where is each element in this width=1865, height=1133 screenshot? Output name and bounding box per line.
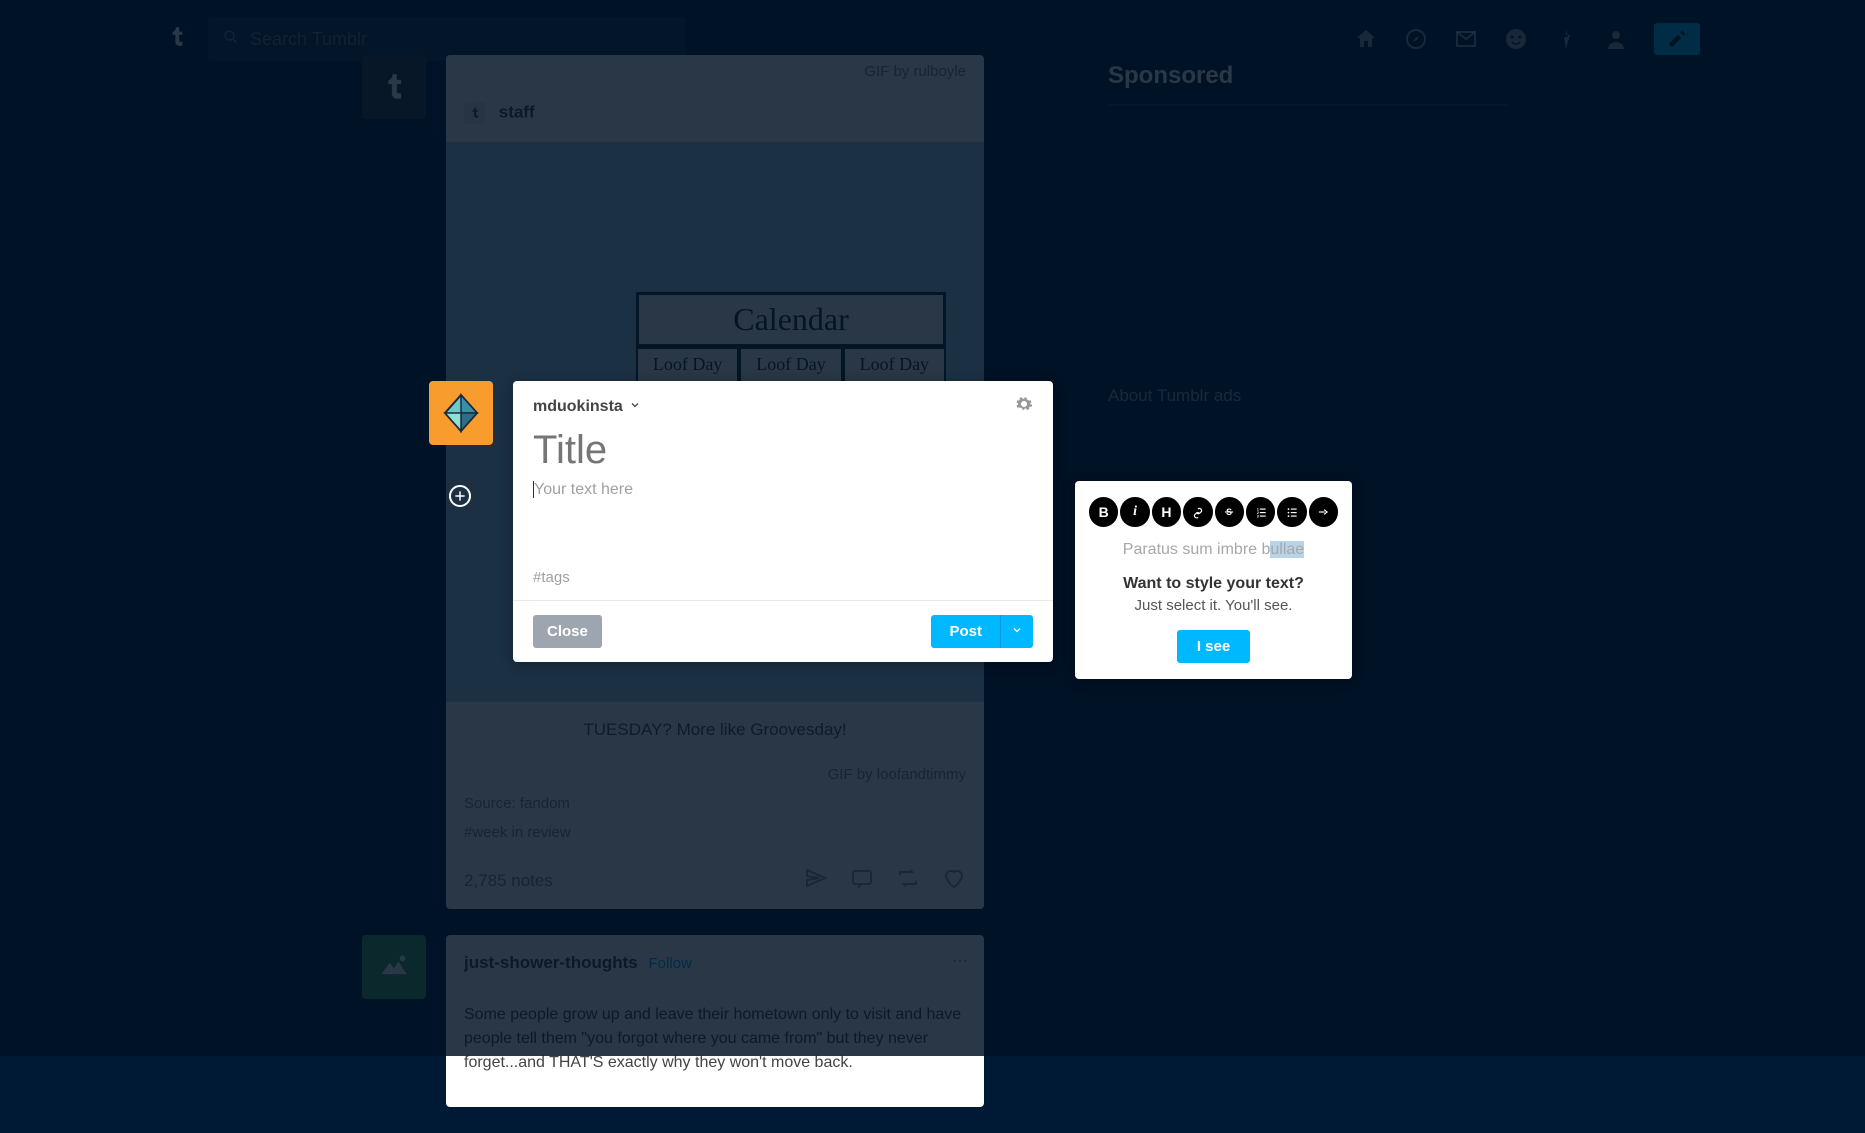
add-media-button[interactable] (449, 485, 471, 507)
tooltip-heading: Want to style your text? (1089, 575, 1338, 593)
ordered-list-button[interactable]: 123 (1246, 497, 1275, 527)
style-tooltip-card: B i H S 123 Paratus sum imbre bullae Wan… (1075, 481, 1352, 679)
post-button[interactable]: Post (931, 615, 1000, 648)
body-input[interactable]: Your text here (513, 481, 1053, 559)
italic-button[interactable]: i (1120, 497, 1149, 527)
i-see-button[interactable]: I see (1177, 630, 1250, 663)
read-more-button[interactable] (1309, 497, 1338, 527)
compose-modal: mduokinsta Your text here #tags Close Po… (513, 381, 1053, 662)
bold-button[interactable]: B (1089, 497, 1118, 527)
blog-selector[interactable]: mduokinsta (533, 398, 641, 416)
svg-text:3: 3 (1256, 514, 1258, 518)
link-button[interactable] (1183, 497, 1212, 527)
sample-text: Paratus sum imbre bullae (1089, 541, 1338, 559)
strikethrough-button[interactable]: S (1215, 497, 1244, 527)
chevron-down-icon (629, 398, 641, 416)
tags-input[interactable]: #tags (513, 559, 1053, 600)
title-input[interactable] (513, 424, 1053, 481)
gear-icon[interactable] (1015, 395, 1033, 418)
format-toolbar: B i H S 123 (1089, 497, 1338, 527)
unordered-list-button[interactable] (1277, 497, 1306, 527)
heading-button[interactable]: H (1152, 497, 1181, 527)
compose-avatar[interactable] (429, 381, 493, 445)
post-options-dropdown[interactable] (1000, 615, 1033, 648)
tooltip-body: Just select it. You'll see. (1089, 597, 1338, 614)
close-button[interactable]: Close (533, 615, 602, 648)
